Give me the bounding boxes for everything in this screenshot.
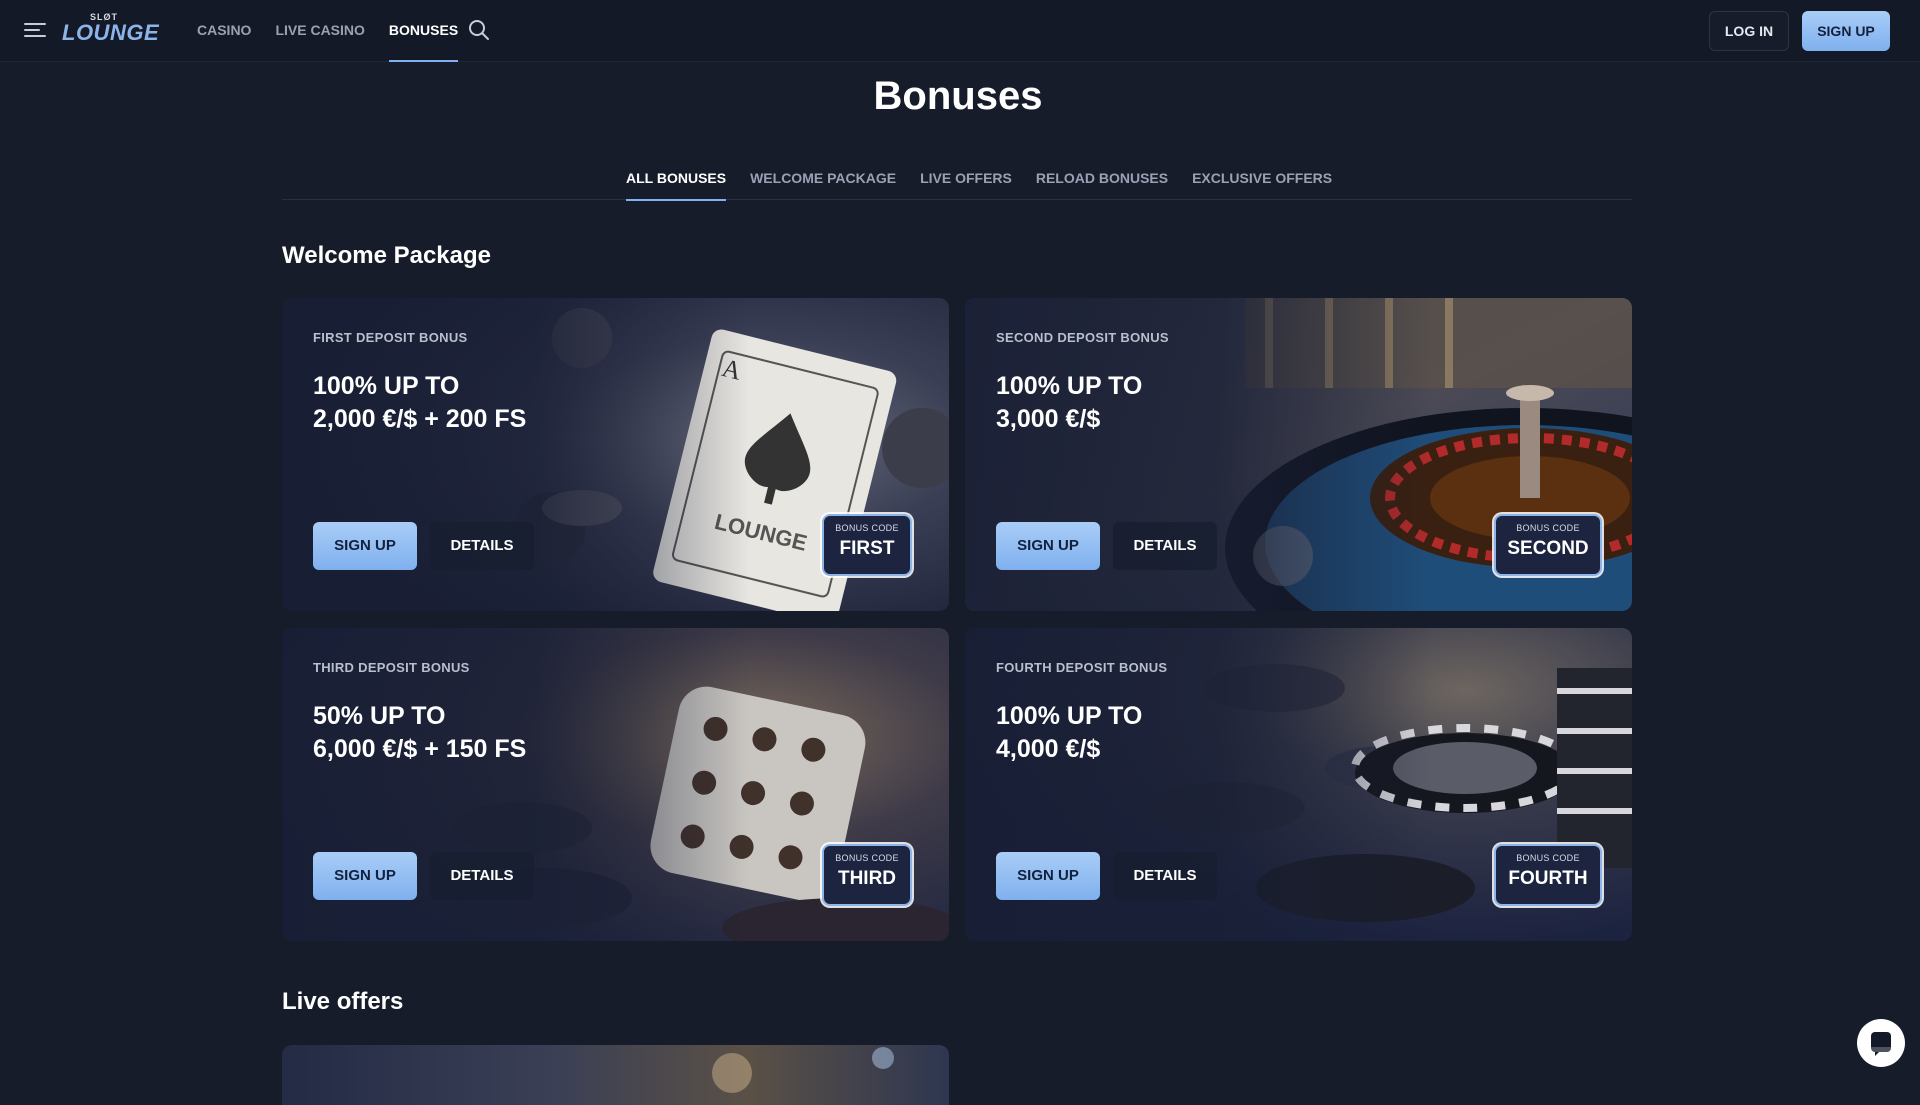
bokeh-light	[712, 1053, 752, 1093]
bonus-headline-line1: 100% UP TO	[996, 702, 1143, 730]
bonus-card-third-deposit: THIRD DEPOSIT BONUS 50% UP TO 6,000 €/$ …	[282, 628, 949, 941]
tab-welcome-package[interactable]: WELCOME PACKAGE	[750, 164, 896, 200]
bonus-headline-line2: 6,000 €/$ + 150 FS	[313, 735, 527, 763]
bonus-headline: 100% UP TO 4,000 €/$	[996, 700, 1142, 766]
bonus-eyebrow: SECOND DEPOSIT BONUS	[996, 330, 1169, 345]
bonus-card-first-deposit: A LOUNGE FIRST DEPOSIT BONUS 100% UP TO …	[282, 298, 949, 611]
bonus-code-value: FOURTH	[1508, 868, 1588, 889]
bonus-card-fourth-deposit: FOURTH DEPOSIT BONUS 100% UP TO 4,000 €/…	[965, 628, 1632, 941]
bonus-headline: 100% UP TO 2,000 €/$ + 200 FS	[313, 370, 526, 436]
bonus-headline-line1: 50% UP TO	[313, 702, 446, 730]
bonus-headline-line2: 2,000 €/$ + 200 FS	[313, 405, 527, 433]
bonus-code-badge[interactable]: BONUS CODE FIRST	[822, 514, 912, 576]
bokeh-light	[872, 1047, 894, 1069]
bonus-card-second-deposit: SECOND DEPOSIT BONUS 100% UP TO 3,000 €/…	[965, 298, 1632, 611]
details-button[interactable]: DETAILS	[1113, 852, 1217, 900]
welcome-package-cards: A LOUNGE FIRST DEPOSIT BONUS 100% UP TO …	[282, 298, 1632, 941]
bonus-headline: 100% UP TO 3,000 €/$	[996, 370, 1142, 436]
bonus-code-label: BONUS CODE	[1516, 523, 1580, 533]
bonus-code-label: BONUS CODE	[1516, 853, 1580, 863]
search-icon[interactable]	[467, 18, 491, 42]
chat-icon[interactable]	[1857, 1019, 1905, 1067]
tab-live-offers[interactable]: LIVE OFFERS	[920, 164, 1012, 200]
top-navigation-bar: SLØT LOUNGE CASINO LIVE CASINO BONUSES L…	[0, 0, 1920, 62]
bonus-headline-line2: 4,000 €/$	[996, 735, 1101, 763]
signup-button[interactable]: SIGN UP	[996, 852, 1100, 900]
bonus-tabs: ALL BONUSES WELCOME PACKAGE LIVE OFFERS …	[282, 164, 1632, 201]
logo-main-text: LOUNGE	[62, 20, 160, 45]
bonus-headline: 50% UP TO 6,000 €/$ + 150 FS	[313, 700, 526, 766]
site-logo[interactable]: SLØT LOUNGE	[62, 13, 160, 49]
hamburger-menu-icon[interactable]	[24, 20, 48, 40]
bonus-code-label: BONUS CODE	[835, 853, 899, 863]
login-button[interactable]: LOG IN	[1709, 11, 1789, 51]
tab-reload-bonuses[interactable]: RELOAD BONUSES	[1036, 164, 1168, 200]
tab-exclusive-offers[interactable]: EXCLUSIVE OFFERS	[1192, 164, 1332, 200]
bonus-code-value: THIRD	[837, 868, 897, 889]
details-button[interactable]: DETAILS	[430, 852, 534, 900]
bonus-code-badge[interactable]: BONUS CODE THIRD	[822, 844, 912, 906]
bonus-code-value: SECOND	[1507, 538, 1589, 559]
nav-bonuses[interactable]: BONUSES	[388, 0, 459, 62]
details-button[interactable]: DETAILS	[430, 522, 534, 570]
bonus-code-value: FIRST	[839, 538, 895, 559]
tab-all-bonuses[interactable]: ALL BONUSES	[626, 164, 727, 201]
signup-button[interactable]: SIGN UP	[313, 852, 417, 900]
main-nav: CASINO LIVE CASINO BONUSES	[197, 0, 459, 62]
bonus-headline-line1: 100% UP TO	[996, 372, 1143, 400]
page-title: Bonuses	[873, 74, 1043, 118]
bonus-eyebrow: FOURTH DEPOSIT BONUS	[996, 660, 1168, 675]
bonus-eyebrow: FIRST DEPOSIT BONUS	[313, 330, 468, 345]
bonus-headline-line2: 3,000 €/$	[996, 405, 1101, 433]
bonus-headline-line1: 100% UP TO	[313, 372, 460, 400]
signup-button[interactable]: SIGN UP	[996, 522, 1100, 570]
nav-live-casino[interactable]: LIVE CASINO	[275, 0, 364, 62]
bonus-code-badge[interactable]: BONUS CODE SECOND	[1494, 514, 1602, 576]
live-offers-heading: Live offers	[282, 988, 404, 1015]
nav-casino[interactable]: CASINO	[197, 0, 251, 62]
signup-button-header[interactable]: SIGN UP	[1802, 11, 1890, 51]
bonus-eyebrow: THIRD DEPOSIT BONUS	[313, 660, 470, 675]
bonus-code-badge[interactable]: BONUS CODE FOURTH	[1494, 844, 1602, 906]
live-offer-card-preview[interactable]	[282, 1045, 949, 1105]
bonus-code-label: BONUS CODE	[835, 523, 899, 533]
welcome-package-heading: Welcome Package	[282, 242, 492, 269]
details-button[interactable]: DETAILS	[1113, 522, 1217, 570]
signup-button[interactable]: SIGN UP	[313, 522, 417, 570]
